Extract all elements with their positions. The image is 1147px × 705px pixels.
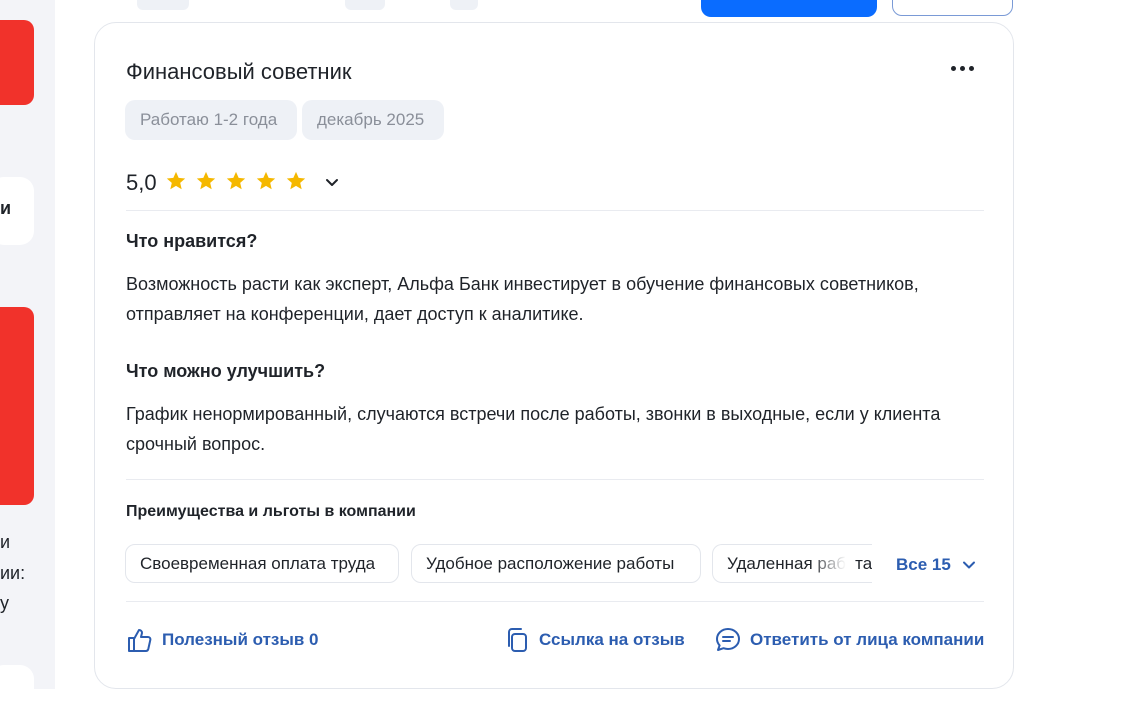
star-icon: [166, 171, 186, 190]
rating-value: 5,0: [126, 170, 157, 195]
star-icon: [256, 171, 276, 190]
benefits-fade-overlay: [810, 545, 855, 582]
stat-chip: [137, 0, 189, 10]
chevron-down-icon: [962, 561, 975, 569]
chevron-down-icon[interactable]: [323, 174, 341, 192]
sidebar-text: у: [0, 593, 9, 613]
divider: [126, 210, 984, 211]
review-link-label: Ссылка на отзыв: [539, 630, 685, 649]
improve-heading: Что можно улучшить?: [126, 361, 326, 381]
benefits-heading: Преимущества и льготы в компании: [126, 503, 416, 520]
divider: [126, 601, 984, 602]
reply-as-company-button[interactable]: Ответить от лица компании: [714, 626, 984, 654]
left-sidebar: и и ии: у: [0, 0, 55, 705]
more-options-icon[interactable]: [951, 60, 981, 76]
stat-chip: [345, 0, 385, 10]
comment-icon: [716, 628, 740, 651]
experience-tag: Работаю 1-2 года: [125, 100, 297, 140]
benefit-chip: Своевременная оплата труда: [125, 544, 399, 583]
sidebar-card[interactable]: [0, 665, 34, 705]
stat-chip: [450, 0, 478, 10]
likes-text: Возможность расти как эксперт, Альфа Бан…: [126, 274, 919, 324]
promo-banner[interactable]: [0, 20, 34, 105]
likes-heading: Что нравится?: [126, 231, 258, 251]
star-icon: [196, 171, 216, 190]
show-all-benefits-button[interactable]: Все 15: [896, 555, 977, 575]
secondary-action-button[interactable]: [892, 0, 1013, 16]
review-title: Финансовый советник: [126, 59, 352, 84]
star-rating: [165, 170, 307, 192]
divider: [126, 479, 984, 480]
benefit-chip: Удобное расположение работы: [411, 544, 701, 583]
thumbs-up-icon: [128, 629, 152, 652]
star-icon: [286, 171, 306, 190]
helpful-review-button[interactable]: Полезный отзыв 0: [126, 626, 319, 654]
star-icon: [226, 171, 246, 190]
sidebar-card[interactable]: и: [0, 177, 34, 245]
primary-action-button[interactable]: [701, 0, 877, 17]
promo-banner[interactable]: [0, 307, 34, 505]
show-all-label: Все 15: [896, 555, 951, 574]
helpful-review-label: Полезный отзыв 0: [162, 630, 319, 649]
sidebar-text: ии:: [0, 563, 26, 583]
review-link-button[interactable]: Ссылка на отзыв: [503, 626, 685, 654]
reply-as-company-label: Ответить от лица компании: [750, 630, 985, 649]
sidebar-text: и: [0, 532, 11, 552]
improve-text: График ненормированный, случаются встреч…: [126, 404, 941, 454]
copy-link-icon: [508, 628, 527, 652]
date-tag: декабрь 2025: [302, 100, 444, 140]
sidebar-card-text: и: [0, 198, 12, 218]
